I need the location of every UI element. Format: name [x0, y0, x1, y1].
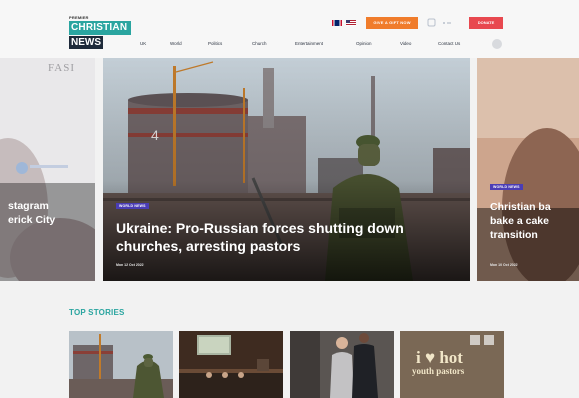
slide-next-badge[interactable]: WORLD NEWS — [490, 184, 523, 190]
nav-item-church[interactable]: Church — [252, 41, 267, 46]
top-story-thumb-1[interactable] — [69, 331, 173, 398]
slide-next[interactable]: WORLD NEWS Christian ba bake a cake tran… — [477, 58, 579, 281]
top-story-thumb-1-image — [69, 331, 173, 398]
top-story-thumb-3[interactable] — [290, 331, 394, 398]
nav-item-politics[interactable]: Politics — [208, 41, 222, 46]
nav-item-contact[interactable]: Contact Us — [438, 41, 460, 46]
nav-item-video[interactable]: Video — [400, 41, 411, 46]
top-story-thumb-4-text-2: youth pastors — [412, 366, 465, 376]
nav-item-world[interactable]: World — [170, 41, 182, 46]
search-icon[interactable] — [427, 18, 457, 28]
donate-button[interactable]: DONATE — [469, 17, 503, 29]
slide-main-title[interactable]: Ukraine: Pro-Russian forces shutting dow… — [116, 219, 456, 255]
slide-next-date: Mon 10 Oct 2022 — [490, 263, 518, 267]
slide-next-title-3: transition — [490, 229, 538, 241]
header-utility-icons — [427, 18, 457, 28]
logo-news: NEWS — [69, 36, 103, 49]
nav-item-opinion[interactable]: Opinion — [356, 41, 372, 46]
logo[interactable]: PREMIER CHRISTIAN NEWS — [69, 15, 133, 51]
slide-next-title-2: bake a cake — [490, 215, 549, 227]
top-story-thumb-4-text-1: i ♥ hot — [416, 348, 463, 367]
nav-item-uk[interactable]: UK — [140, 41, 146, 46]
slide-previous-title-1: stagram — [8, 200, 49, 212]
hero-slider: FASI stagram erick City WORLD NEWS Ukrai… — [0, 58, 579, 281]
slide-main-badge[interactable]: WORLD NEWS — [116, 203, 149, 209]
flag-us-icon[interactable] — [346, 20, 356, 26]
top-story-thumb-4[interactable]: i ♥ hot youth pastors — [400, 331, 504, 398]
top-story-thumb-2-image — [179, 331, 283, 398]
give-button[interactable]: GIVE A GIFT NOW — [366, 17, 418, 29]
slide-main-date: Mon 12 Oct 2022 — [116, 263, 144, 267]
logo-premier: PREMIER — [69, 15, 89, 20]
site-header: PREMIER CHRISTIAN NEWS GIVE A GIFT NOW D… — [0, 0, 579, 58]
slide-next-image — [477, 58, 579, 281]
page: PREMIER CHRISTIAN NEWS GIVE A GIFT NOW D… — [0, 0, 579, 398]
top-stories-heading: TOP STORIES — [69, 308, 125, 317]
top-story-thumb-2[interactable] — [179, 331, 283, 398]
nav-item-entertainment[interactable]: Entertainment — [295, 41, 323, 46]
slide-previous-faded-text: FASI — [48, 62, 76, 74]
settings-icon[interactable] — [492, 39, 502, 49]
slide-previous[interactable]: FASI stagram erick City — [0, 58, 95, 281]
logo-christian: CHRISTIAN — [69, 21, 131, 35]
flag-uk-icon[interactable] — [332, 20, 342, 26]
slide-next-title-1: Christian ba — [490, 201, 551, 213]
slide-main[interactable]: 4 — [103, 58, 470, 281]
slide-previous-title-2: erick City — [8, 214, 56, 226]
slide-previous-image — [0, 58, 95, 281]
top-story-thumb-3-image — [290, 331, 394, 398]
